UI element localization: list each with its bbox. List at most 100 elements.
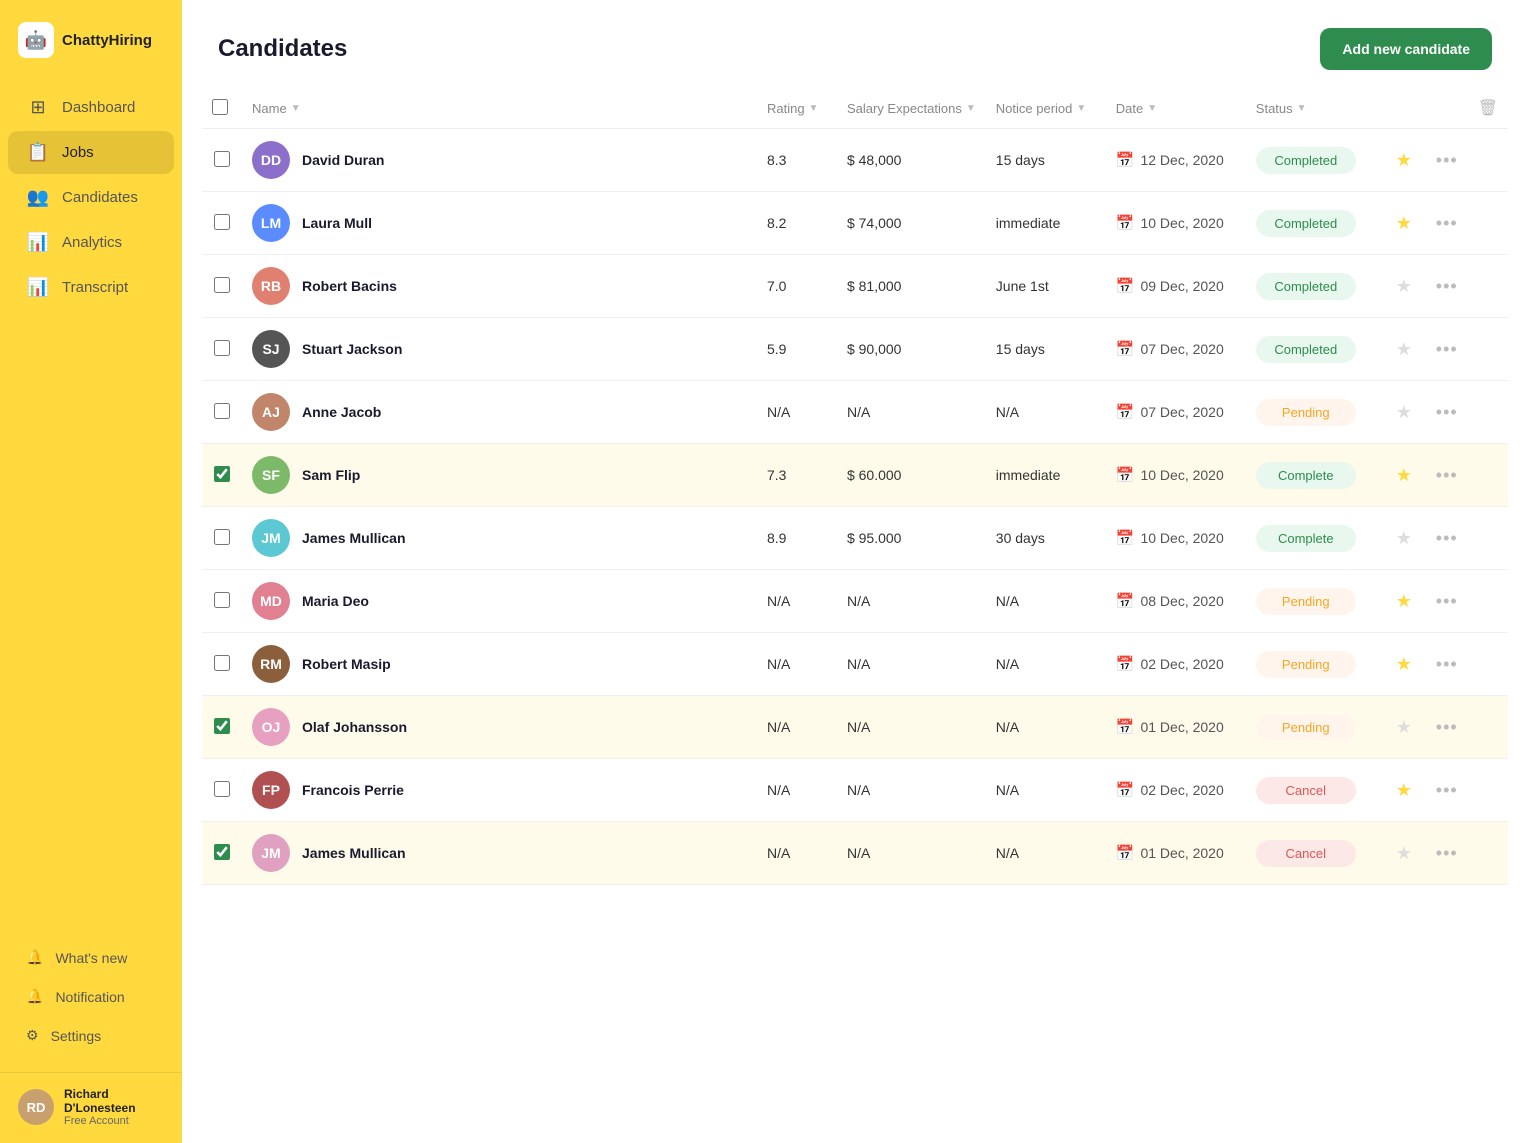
date-value: 01 Dec, 2020 [1140, 719, 1223, 735]
row-star-cell: ★ [1386, 822, 1426, 885]
header-notice[interactable]: Notice period▼ [986, 88, 1106, 129]
sidebar-item-candidates[interactable]: 👥 Candidates [8, 176, 174, 219]
notice-value: 15 days [996, 341, 1045, 357]
name-sort-icon: ▼ [291, 103, 301, 114]
jobs-icon: 📋 [26, 142, 50, 163]
row-checkbox-5[interactable] [214, 403, 230, 419]
sidebar-bottom-whats-new[interactable]: 🔔 What's new [8, 939, 174, 976]
more-options-icon[interactable]: ••• [1436, 213, 1458, 233]
status-badge: Completed [1256, 210, 1356, 237]
sidebar-bottom: 🔔 What's new 🔔 Notification ⚙ Settings [0, 929, 182, 1068]
row-more-cell: ••• [1426, 381, 1468, 444]
star-icon[interactable]: ★ [1396, 213, 1412, 233]
notice-sort-icon: ▼ [1076, 103, 1086, 114]
star-icon[interactable]: ★ [1396, 276, 1412, 296]
row-notice-cell: N/A [986, 570, 1106, 633]
star-icon[interactable]: ★ [1396, 717, 1412, 737]
star-icon[interactable]: ★ [1396, 150, 1412, 170]
row-trash-cell [1468, 255, 1508, 318]
status-badge: Completed [1256, 273, 1356, 300]
header-rating[interactable]: Rating▼ [757, 88, 837, 129]
row-checkbox-4[interactable] [214, 340, 230, 356]
select-all-checkbox[interactable] [212, 99, 228, 115]
row-date-cell: 📅 01 Dec, 2020 [1106, 696, 1246, 759]
table-row: JM James Mullican N/A N/A N/A 📅 01 Dec, … [202, 822, 1508, 885]
table-row: RB Robert Bacins 7.0 $ 81,000 June 1st 📅… [202, 255, 1508, 318]
star-icon[interactable]: ★ [1396, 843, 1412, 863]
notice-value: N/A [996, 782, 1019, 798]
row-checkbox-1[interactable] [214, 151, 230, 167]
more-options-icon[interactable]: ••• [1436, 465, 1458, 485]
row-status-cell: Cancel [1246, 822, 1386, 885]
sidebar-item-analytics[interactable]: 📊 Analytics [8, 221, 174, 264]
sidebar-item-dashboard[interactable]: ⊞ Dashboard [8, 86, 174, 129]
row-date-cell: 📅 07 Dec, 2020 [1106, 318, 1246, 381]
delete-all-icon[interactable]: 🗑 [1478, 100, 1498, 117]
star-icon[interactable]: ★ [1396, 465, 1412, 485]
row-checkbox-12[interactable] [214, 844, 230, 860]
more-options-icon[interactable]: ••• [1436, 276, 1458, 296]
star-icon[interactable]: ★ [1396, 780, 1412, 800]
sidebar-item-transcript[interactable]: 📊 Transcript [8, 266, 174, 309]
row-name-cell: DD David Duran [242, 129, 757, 192]
status-badge: Cancel [1256, 777, 1356, 804]
row-checkbox-11[interactable] [214, 781, 230, 797]
more-options-icon[interactable]: ••• [1436, 780, 1458, 800]
row-date-cell: 📅 08 Dec, 2020 [1106, 570, 1246, 633]
candidate-name: Maria Deo [302, 593, 369, 609]
candidate-name: Anne Jacob [302, 404, 381, 420]
sidebar-nav: ⊞ Dashboard 📋 Jobs 👥 Candidates 📊 Analyt… [0, 76, 182, 929]
more-options-icon[interactable]: ••• [1436, 843, 1458, 863]
star-icon[interactable]: ★ [1396, 591, 1412, 611]
salary-value: N/A [847, 593, 870, 609]
row-check-cell [202, 444, 242, 507]
sidebar-bottom-settings[interactable]: ⚙ Settings [8, 1017, 174, 1054]
more-options-icon[interactable]: ••• [1436, 654, 1458, 674]
star-icon[interactable]: ★ [1396, 402, 1412, 422]
row-rating-cell: N/A [757, 381, 837, 444]
header-name[interactable]: Name▼ [242, 88, 757, 129]
more-options-icon[interactable]: ••• [1436, 402, 1458, 422]
row-status-cell: Pending [1246, 696, 1386, 759]
row-more-cell: ••• [1426, 318, 1468, 381]
row-checkbox-7[interactable] [214, 529, 230, 545]
date-value: 10 Dec, 2020 [1140, 467, 1223, 483]
more-options-icon[interactable]: ••• [1436, 591, 1458, 611]
header-salary[interactable]: Salary Expectations▼ [837, 88, 986, 129]
sidebar-item-jobs[interactable]: 📋 Jobs [8, 131, 174, 174]
more-options-icon[interactable]: ••• [1436, 717, 1458, 737]
avatar: RD [18, 1089, 54, 1125]
row-checkbox-3[interactable] [214, 277, 230, 293]
sidebar-item-label-jobs: Jobs [62, 144, 94, 161]
add-candidate-button[interactable]: Add new candidate [1320, 28, 1492, 70]
salary-value: $ 81,000 [847, 278, 902, 294]
row-checkbox-10[interactable] [214, 718, 230, 734]
row-notice-cell: N/A [986, 822, 1106, 885]
calendar-icon: 📅 [1116, 844, 1135, 862]
row-name-cell: SJ Stuart Jackson [242, 318, 757, 381]
more-options-icon[interactable]: ••• [1436, 150, 1458, 170]
more-options-icon[interactable]: ••• [1436, 528, 1458, 548]
header-date[interactable]: Date▼ [1106, 88, 1246, 129]
star-icon[interactable]: ★ [1396, 339, 1412, 359]
salary-value: $ 74,000 [847, 215, 902, 231]
row-checkbox-8[interactable] [214, 592, 230, 608]
row-date-cell: 📅 07 Dec, 2020 [1106, 381, 1246, 444]
row-more-cell: ••• [1426, 444, 1468, 507]
row-checkbox-9[interactable] [214, 655, 230, 671]
notice-value: N/A [996, 719, 1019, 735]
row-checkbox-6[interactable] [214, 466, 230, 482]
more-options-icon[interactable]: ••• [1436, 339, 1458, 359]
table-row: JM James Mullican 8.9 $ 95.000 30 days 📅… [202, 507, 1508, 570]
star-icon[interactable]: ★ [1396, 528, 1412, 548]
row-checkbox-2[interactable] [214, 214, 230, 230]
table-row: AJ Anne Jacob N/A N/A N/A 📅 07 Dec, 2020 [202, 381, 1508, 444]
sidebar-bottom-notification[interactable]: 🔔 Notification [8, 978, 174, 1015]
rating-value: N/A [767, 593, 790, 609]
header-check [202, 88, 242, 129]
header-trash[interactable]: 🗑 [1468, 88, 1508, 129]
header-status[interactable]: Status▼ [1246, 88, 1386, 129]
notice-value: N/A [996, 656, 1019, 672]
star-icon[interactable]: ★ [1396, 654, 1412, 674]
status-badge: Pending [1256, 714, 1356, 741]
